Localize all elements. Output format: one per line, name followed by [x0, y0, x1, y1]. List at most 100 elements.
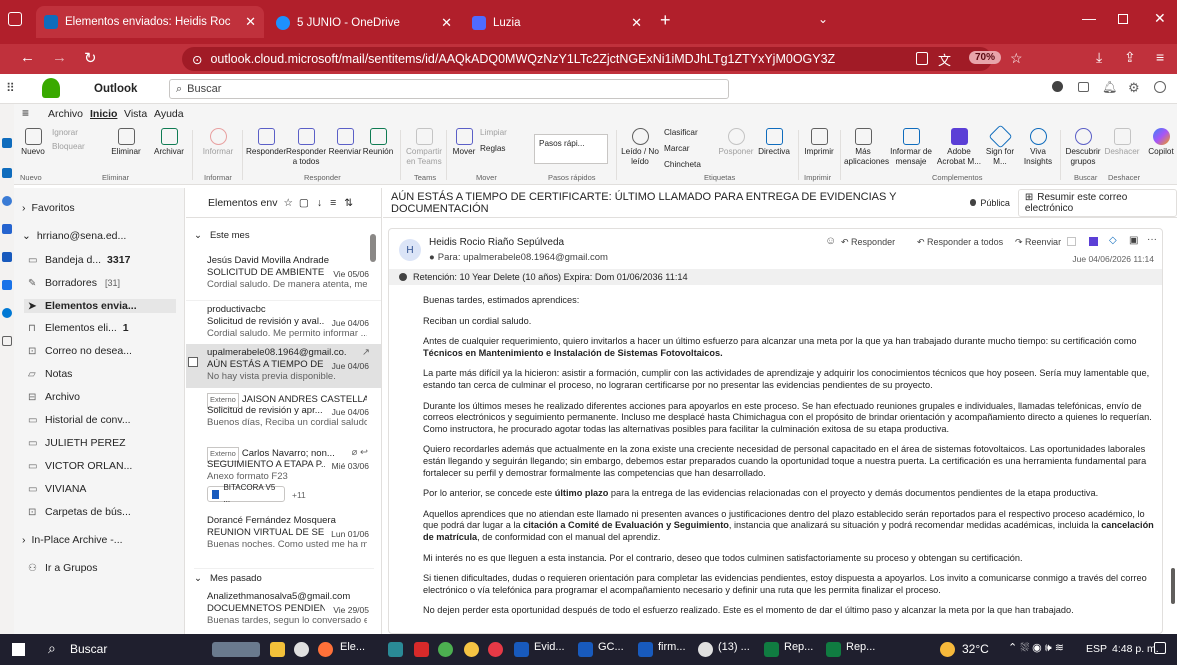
tab-list-icon[interactable]: ⌄ — [818, 12, 828, 26]
sort-order-icon[interactable]: ⇅ — [344, 197, 353, 209]
taskbar-app-evid[interactable]: Evid... — [534, 641, 565, 653]
site-info-icon[interactable]: ⊙ — [192, 52, 202, 67]
news-widget-icon[interactable] — [212, 642, 260, 657]
pin-button[interactable]: Chincheta — [664, 160, 712, 170]
in-place-archive-header[interactable]: › In-Place Archive -... — [22, 534, 123, 546]
block-button[interactable]: Bloquear — [52, 142, 104, 152]
delete-button[interactable]: Eliminar — [106, 128, 146, 157]
download-icon[interactable]: ⤓ — [1096, 49, 1102, 66]
account-icon[interactable] — [1154, 81, 1166, 93]
account-header[interactable]: ⌄ hrriano@sena.ed... — [22, 230, 126, 242]
app-launcher-icon[interactable]: ⠿ — [6, 81, 15, 95]
refresh-icon[interactable]: ↻ — [84, 49, 97, 67]
more-apps-icon[interactable] — [2, 336, 12, 346]
read-unread-button[interactable]: Leído / No leído — [620, 128, 660, 167]
meeting-button[interactable]: Reunión — [360, 128, 396, 157]
folder-victor[interactable]: ▭ VICTOR ORLAN... — [28, 460, 132, 472]
notifications-icon[interactable] — [1154, 642, 1166, 654]
word-app-icon[interactable] — [2, 252, 12, 262]
reply-all-button[interactable]: Responder a todos — [286, 128, 326, 167]
tab-onedrive[interactable]: 5 JUNIO - OneDrive ✕ — [268, 8, 460, 38]
app-icon[interactable] — [438, 642, 453, 657]
weather-icon[interactable] — [940, 642, 955, 657]
archive-button[interactable]: Archivar — [150, 128, 188, 157]
discover-groups-button[interactable]: Descubrir grupos — [1064, 128, 1102, 167]
avatar[interactable]: H — [399, 239, 421, 261]
close-window-icon[interactable]: ✕ — [1154, 10, 1166, 27]
snooze-button[interactable]: Posponer — [716, 128, 756, 157]
tab-luzia[interactable]: Luzia ✕ — [464, 8, 650, 38]
sign-for-button[interactable]: Sign for M... — [980, 124, 1020, 167]
list-item[interactable]: productivacbc Solicitud de revisión y av… — [186, 300, 381, 344]
list-item[interactable]: › Jesús David Movilla Andrade SOLICITUD … — [186, 252, 381, 298]
teams-share-icon[interactable] — [1067, 237, 1076, 246]
folder-deleted[interactable]: ⊓ Elementos eli... 1 — [28, 322, 129, 334]
notification-bell-icon[interactable]: 🔔︎ — [1102, 80, 1117, 94]
summarize-button[interactable]: ⊞ Resumir este correo electrónico — [1017, 188, 1177, 217]
taskbar-app-rep2[interactable]: Rep... — [846, 641, 875, 653]
folder-archive[interactable]: ⊟ Archivo — [28, 391, 80, 403]
share-teams-button[interactable]: Compartir en Teams — [404, 128, 444, 167]
emoji-reaction-icon[interactable]: ☺ — [825, 235, 836, 247]
search-input[interactable]: ⌕ Buscar — [169, 79, 729, 99]
sweep-button[interactable]: Limpiar — [480, 128, 528, 138]
taskbar-search[interactable]: Buscar — [70, 642, 107, 656]
list-item[interactable]: Analizethmanosalva5@gmail.com DOCUEMNETO… — [186, 588, 381, 632]
premium-icon[interactable] — [1052, 81, 1063, 92]
reply-button[interactable]: Responder — [246, 128, 286, 157]
reader-mode-icon[interactable] — [916, 52, 928, 65]
word-icon[interactable] — [638, 642, 653, 657]
select-checkbox[interactable] — [188, 357, 198, 367]
folder-junk[interactable]: ⊡ Correo no desea... — [28, 345, 132, 357]
reply-action[interactable]: ↶ Responder — [841, 237, 895, 248]
group-header-last-month[interactable]: ⌄ Mes pasado — [194, 568, 374, 584]
weather-temp[interactable]: 32°C — [962, 642, 989, 656]
taskbar-search-icon[interactable]: ⌕ — [48, 640, 56, 657]
onedrive-app-icon[interactable] — [2, 308, 12, 318]
menu-icon[interactable]: ≡ — [1156, 49, 1164, 65]
menu-ayuda[interactable]: Ayuda — [154, 108, 184, 120]
taskbar-app-firm[interactable]: firm... — [658, 641, 686, 653]
forward-button[interactable]: Reenviar — [326, 128, 364, 157]
chrome-icon[interactable] — [294, 642, 309, 657]
back-icon[interactable]: ← — [20, 49, 35, 66]
word-icon[interactable] — [514, 642, 529, 657]
list-item[interactable]: Dorancé Fernández Mosquera REUNION VIRTU… — [186, 512, 381, 556]
favorite-star-icon[interactable]: ☆ — [1010, 50, 1023, 67]
group-header-this-month[interactable]: ⌄ Este mes — [194, 230, 250, 241]
sign-small-icon[interactable]: ◇ — [1109, 235, 1117, 246]
url-field[interactable]: ⊙ outlook.cloud.microsoft/mail/sentitems… — [182, 47, 992, 71]
rules-button[interactable]: Reglas — [480, 144, 528, 154]
flag-button[interactable]: Marcar — [664, 144, 712, 154]
filter-icon[interactable]: ≡ — [330, 197, 336, 209]
excel-icon[interactable] — [764, 642, 779, 657]
favorite-star-icon[interactable]: ☆ — [283, 197, 292, 209]
folder-search[interactable]: ⊡ Carpetas de bús... — [28, 506, 131, 518]
folder-history[interactable]: ▭ Historial de conv... — [28, 414, 131, 426]
go-to-groups-link[interactable]: ⚇ Ir a Grupos — [28, 562, 98, 574]
undo-button[interactable]: Deshacer — [1104, 128, 1140, 157]
policy-button[interactable]: Directiva — [754, 128, 794, 157]
chrome-icon[interactable] — [698, 642, 713, 657]
taskbar-app-13[interactable]: (13) ... — [718, 641, 750, 653]
taskbar-app-rep1[interactable]: Rep... — [784, 641, 813, 653]
tab-outlook[interactable]: Elementos enviados: Heidis Roc ✕ — [36, 6, 264, 38]
viva-insights-button[interactable]: Viva Insights — [1020, 128, 1056, 167]
firefox-icon[interactable] — [318, 642, 333, 657]
favorites-header[interactable]: › Favoritos — [22, 202, 75, 214]
minimize-icon[interactable]: — — [1082, 10, 1096, 26]
more-attachments[interactable]: +11 — [292, 489, 306, 502]
zoom-badge[interactable]: 70% — [969, 51, 1002, 64]
folder-julieth[interactable]: ▭ JULIETH PEREZ — [28, 437, 126, 449]
reply-all-action[interactable]: ↶ Responder a todos — [917, 237, 1003, 248]
menu-vista[interactable]: Vista — [124, 108, 147, 120]
select-icon[interactable]: ▢ — [299, 197, 309, 209]
share-icon[interactable]: ⇪ — [1124, 49, 1136, 66]
report-button[interactable]: Informar — [198, 128, 238, 157]
apps-small-icon[interactable]: ▣ — [1129, 235, 1138, 246]
folder-inbox[interactable]: ▭ Bandeja d... 3317 — [28, 254, 130, 266]
translate-icon[interactable]: 文 — [938, 50, 951, 69]
new-tab-button[interactable]: + — [660, 10, 671, 31]
attachment-chip[interactable]: BITACORA V5 ... — [207, 483, 285, 504]
word-icon[interactable] — [578, 642, 593, 657]
